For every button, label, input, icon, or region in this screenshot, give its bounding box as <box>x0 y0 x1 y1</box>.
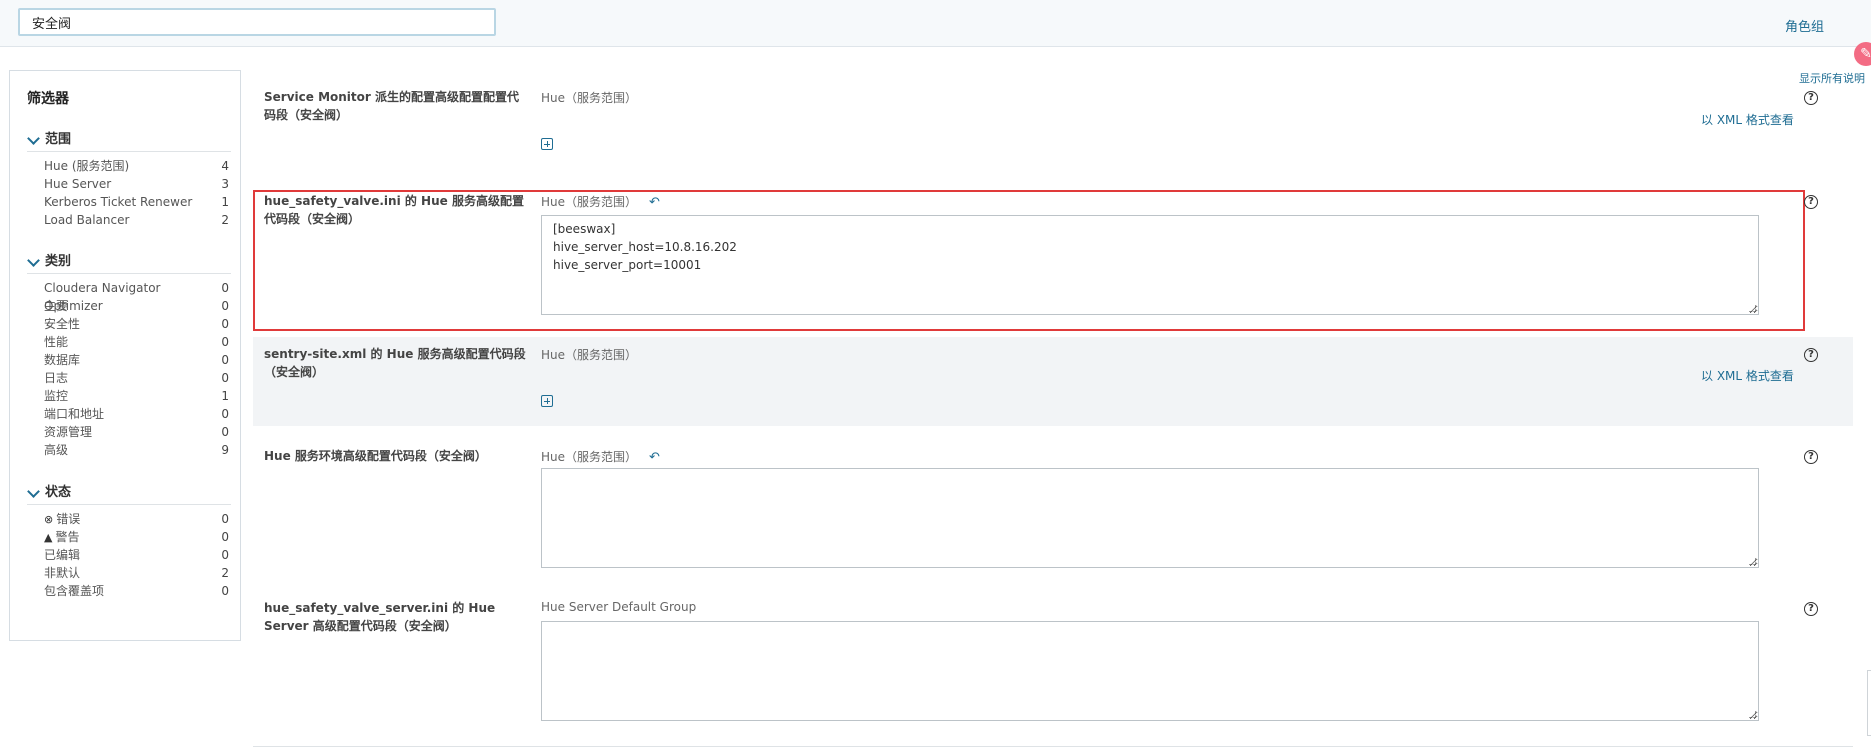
filter-item[interactable]: Load Balancer 2 <box>27 211 231 229</box>
top-bar: 角色组 <box>0 0 1871 47</box>
side-panel-handle[interactable] <box>1867 670 1871 736</box>
help-icon[interactable]: ? <box>1804 91 1818 105</box>
filter-item[interactable]: 已编辑 0 <box>27 546 231 564</box>
filter-item[interactable]: 高级 9 <box>27 441 231 459</box>
config-value-textarea[interactable]: [beeswax] hive_server_host=10.8.16.202 h… <box>541 215 1759 315</box>
filter-item[interactable]: 性能 0 <box>27 333 231 351</box>
config-scope: Hue（服务范围） ↶ <box>541 450 660 465</box>
chevron-down-icon <box>27 253 40 267</box>
filter-item[interactable]: 监控 1 <box>27 387 231 405</box>
view-as-xml-link[interactable]: 以 XML 格式查看 <box>1701 111 1794 128</box>
config-row: hue_safety_valve.ini 的 Hue 服务高级配置代码段（安全阀… <box>253 192 1853 327</box>
help-icon[interactable]: ? <box>1804 450 1818 464</box>
config-label: hue_safety_valve_server.ini 的 Hue Server… <box>264 601 496 633</box>
filter-item[interactable]: ▲ 警告 0 <box>27 528 231 546</box>
search-input[interactable] <box>18 8 496 36</box>
divider <box>253 746 1853 747</box>
filter-section-scope: 范围 Hue (服务范围) 4 Hue Server 3 Kerberos Tick… <box>27 129 231 229</box>
filter-section-header[interactable]: 范围 <box>27 129 231 152</box>
filter-item[interactable]: Hue Server 3 <box>27 175 231 193</box>
config-label: sentry-site.xml 的 Hue 服务高级配置代码段（安全阀） <box>264 347 526 379</box>
config-scope: Hue（服务范围） <box>541 91 638 105</box>
filter-section-category: 类别 Cloudera Navigator Optimizer 0 主要 0 安全性… <box>27 251 231 459</box>
chevron-down-icon <box>27 131 40 145</box>
filter-item[interactable]: 主要 0 <box>27 297 231 315</box>
filter-section-status: 状态 ⊗ 错误 0 ▲ 警告 0 已编辑 0 非默认 2 包含覆盖项 0 <box>27 482 231 600</box>
filter-item[interactable]: 数据库 0 <box>27 351 231 369</box>
filter-sidebar: 筛选器 范围 Hue (服务范围) 4 Hue Server 3 Kerberos … <box>9 70 241 641</box>
filter-item[interactable]: Cloudera Navigator Optimizer 0 <box>27 279 231 313</box>
config-label: Service Monitor 派生的配置高级配置配置代码段（安全阀） <box>264 90 519 122</box>
config-row: Service Monitor 派生的配置高级配置配置代码段（安全阀） Hue（… <box>253 88 1853 158</box>
help-icon[interactable]: ? <box>1804 348 1818 362</box>
config-scope: Hue Server Default Group <box>541 600 697 614</box>
add-value-button[interactable] <box>541 395 553 407</box>
undo-icon[interactable]: ↶ <box>649 195 660 210</box>
show-all-descriptions-link[interactable]: 显示所有说明 <box>1799 70 1865 86</box>
filter-section-header[interactable]: 状态 <box>27 482 231 505</box>
config-label: hue_safety_valve.ini 的 Hue 服务高级配置代码段（安全阀… <box>264 194 524 226</box>
config-value-textarea[interactable] <box>541 621 1759 721</box>
config-label: Hue 服务环境高级配置代码段（安全阀） <box>264 449 487 463</box>
filter-item[interactable]: ⊗ 错误 0 <box>27 510 231 528</box>
config-row: hue_safety_valve_server.ini 的 Hue Server… <box>253 599 1853 724</box>
filter-item[interactable]: 安全性 0 <box>27 315 231 333</box>
error-circle-icon: ⊗ <box>44 513 54 526</box>
warning-triangle-icon: ▲ <box>44 531 53 544</box>
config-row: sentry-site.xml 的 Hue 服务高级配置代码段（安全阀） Hue… <box>253 345 1853 420</box>
filter-section-header[interactable]: 类别 <box>27 251 231 274</box>
filter-item[interactable]: 包含覆盖项 0 <box>27 582 231 600</box>
help-icon[interactable]: ? <box>1804 195 1818 209</box>
undo-icon[interactable]: ↶ <box>649 450 660 465</box>
config-scope: Hue（服务范围） <box>541 348 638 362</box>
filter-item[interactable]: 资源管理 0 <box>27 423 231 441</box>
chevron-down-icon <box>27 484 40 498</box>
filter-item[interactable]: Kerberos Ticket Renewer 1 <box>27 193 231 211</box>
assistant-badge-icon[interactable]: ✎ <box>1854 42 1871 66</box>
view-as-xml-link[interactable]: 以 XML 格式查看 <box>1701 367 1794 384</box>
filter-item[interactable]: 非默认 2 <box>27 564 231 582</box>
filter-title: 筛选器 <box>27 91 69 107</box>
role-group-link[interactable]: 角色组 <box>1785 16 1824 35</box>
filter-item[interactable]: 日志 0 <box>27 369 231 387</box>
filter-item[interactable]: 端口和地址 0 <box>27 405 231 423</box>
add-value-button[interactable] <box>541 138 553 150</box>
config-scope: Hue（服务范围） ↶ <box>541 195 660 210</box>
filter-item[interactable]: Hue (服务范围) 4 <box>27 157 231 175</box>
config-value-textarea[interactable] <box>541 468 1759 568</box>
config-row: Hue 服务环境高级配置代码段（安全阀） Hue（服务范围） ↶ ? <box>253 447 1853 572</box>
help-icon[interactable]: ? <box>1804 602 1818 616</box>
